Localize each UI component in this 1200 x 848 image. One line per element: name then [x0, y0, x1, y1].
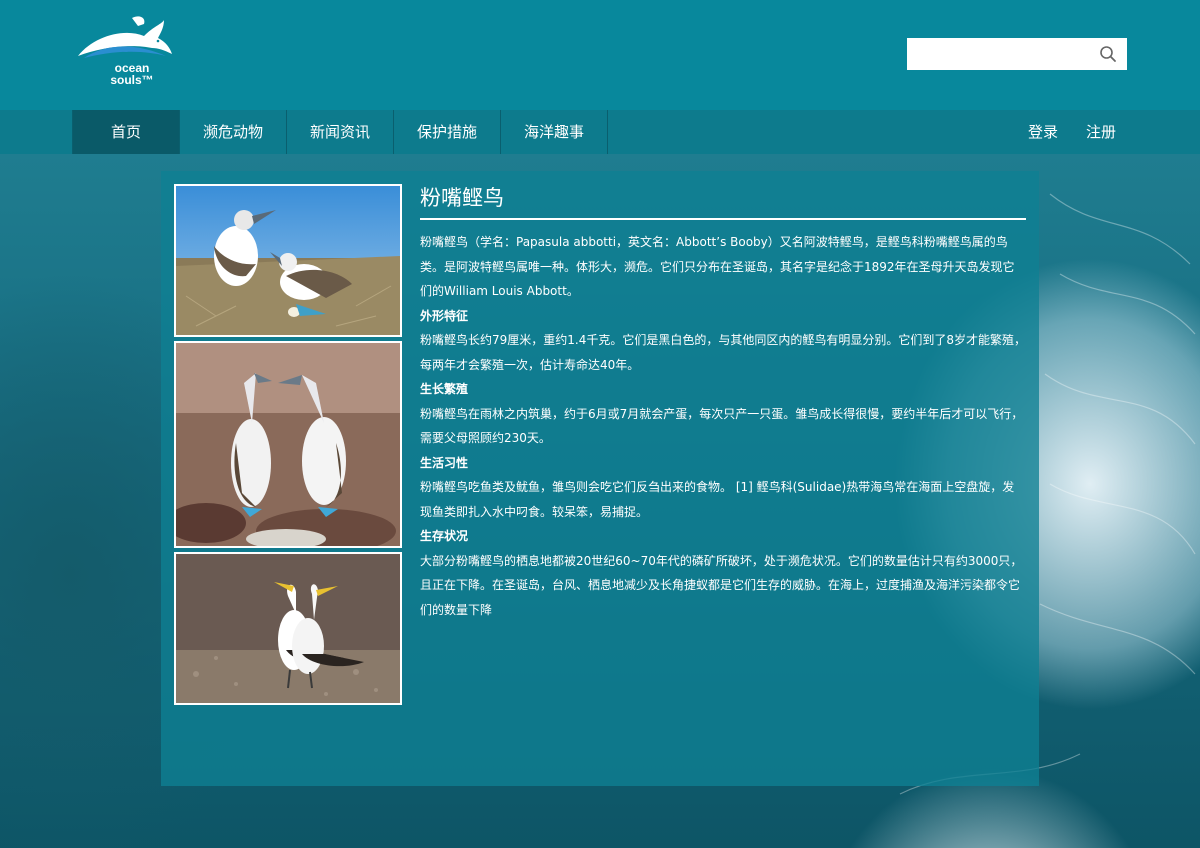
- site-header: ocean souls™: [0, 0, 1200, 110]
- section-heading-appearance: 外形特征: [420, 308, 469, 323]
- section-text-habits: 粉嘴鲣鸟吃鱼类及鱿鱼，雏鸟则会吃它们反刍出来的食物。 [1] 鲣鸟科(Sulid…: [420, 480, 1015, 519]
- nav-item-protection[interactable]: 保护措施: [393, 110, 500, 154]
- nav-item-home[interactable]: 首页: [72, 110, 179, 154]
- section-text-appearance: 粉嘴鲣鸟长约79厘米，重约1.4千克。它们是黑白色的，与其他同区内的鲣鸟有明显分…: [420, 333, 1026, 372]
- register-link[interactable]: 注册: [1086, 110, 1116, 154]
- booby-nest-photo: [174, 184, 402, 337]
- nav-item-endangered-animals[interactable]: 濒危动物: [179, 110, 286, 154]
- login-link[interactable]: 登录: [1028, 110, 1058, 154]
- article-title: 粉嘴鲣鸟: [420, 184, 1026, 220]
- booby-pair-ground-photo: [174, 552, 402, 705]
- nav-item-ocean-fun[interactable]: 海洋趣事: [500, 110, 608, 154]
- article-intro: 粉嘴鲣鸟（学名：Papasula abbotti，英文名：Abbott’s Bo…: [420, 235, 1015, 298]
- nav-item-news[interactable]: 新闻资讯: [286, 110, 393, 154]
- search-box: [907, 38, 1127, 70]
- main-nav: 首页 濒危动物 新闻资讯 保护措施 海洋趣事 登录 注册: [0, 110, 1200, 154]
- article: 粉嘴鲣鸟 粉嘴鲣鸟（学名：Papasula abbotti，英文名：Abbott…: [420, 184, 1026, 622]
- section-heading-breeding: 生长繁殖: [420, 382, 469, 396]
- section-heading-habits: 生活习性: [420, 455, 469, 470]
- booby-pair-rocks-photo: [174, 341, 402, 548]
- ocean-souls-logo[interactable]: ocean souls™: [74, 14, 174, 92]
- section-heading-status: 生存状况: [420, 529, 469, 543]
- section-text-breeding: 粉嘴鲣鸟在雨林之内筑巢，约于6月或7月就会产蛋，每次只产一只蛋。雏鸟成长得很慢，…: [420, 406, 1024, 446]
- dolphin-icon: [78, 16, 172, 58]
- logo-text-line-2: souls™: [110, 73, 154, 87]
- logo-text: ocean souls™: [102, 62, 162, 86]
- auth-links: 登录 注册: [1028, 110, 1116, 154]
- nav-menu: 首页 濒危动物 新闻资讯 保护措施 海洋趣事: [72, 110, 608, 154]
- search-input[interactable]: [915, 38, 1099, 70]
- section-text-status: 大部分粉嘴鲣鸟的栖息地都被20世纪60~70年代的磷矿所破坏，处于濒危状况。它们…: [420, 553, 1023, 617]
- search-icon[interactable]: [1099, 45, 1117, 63]
